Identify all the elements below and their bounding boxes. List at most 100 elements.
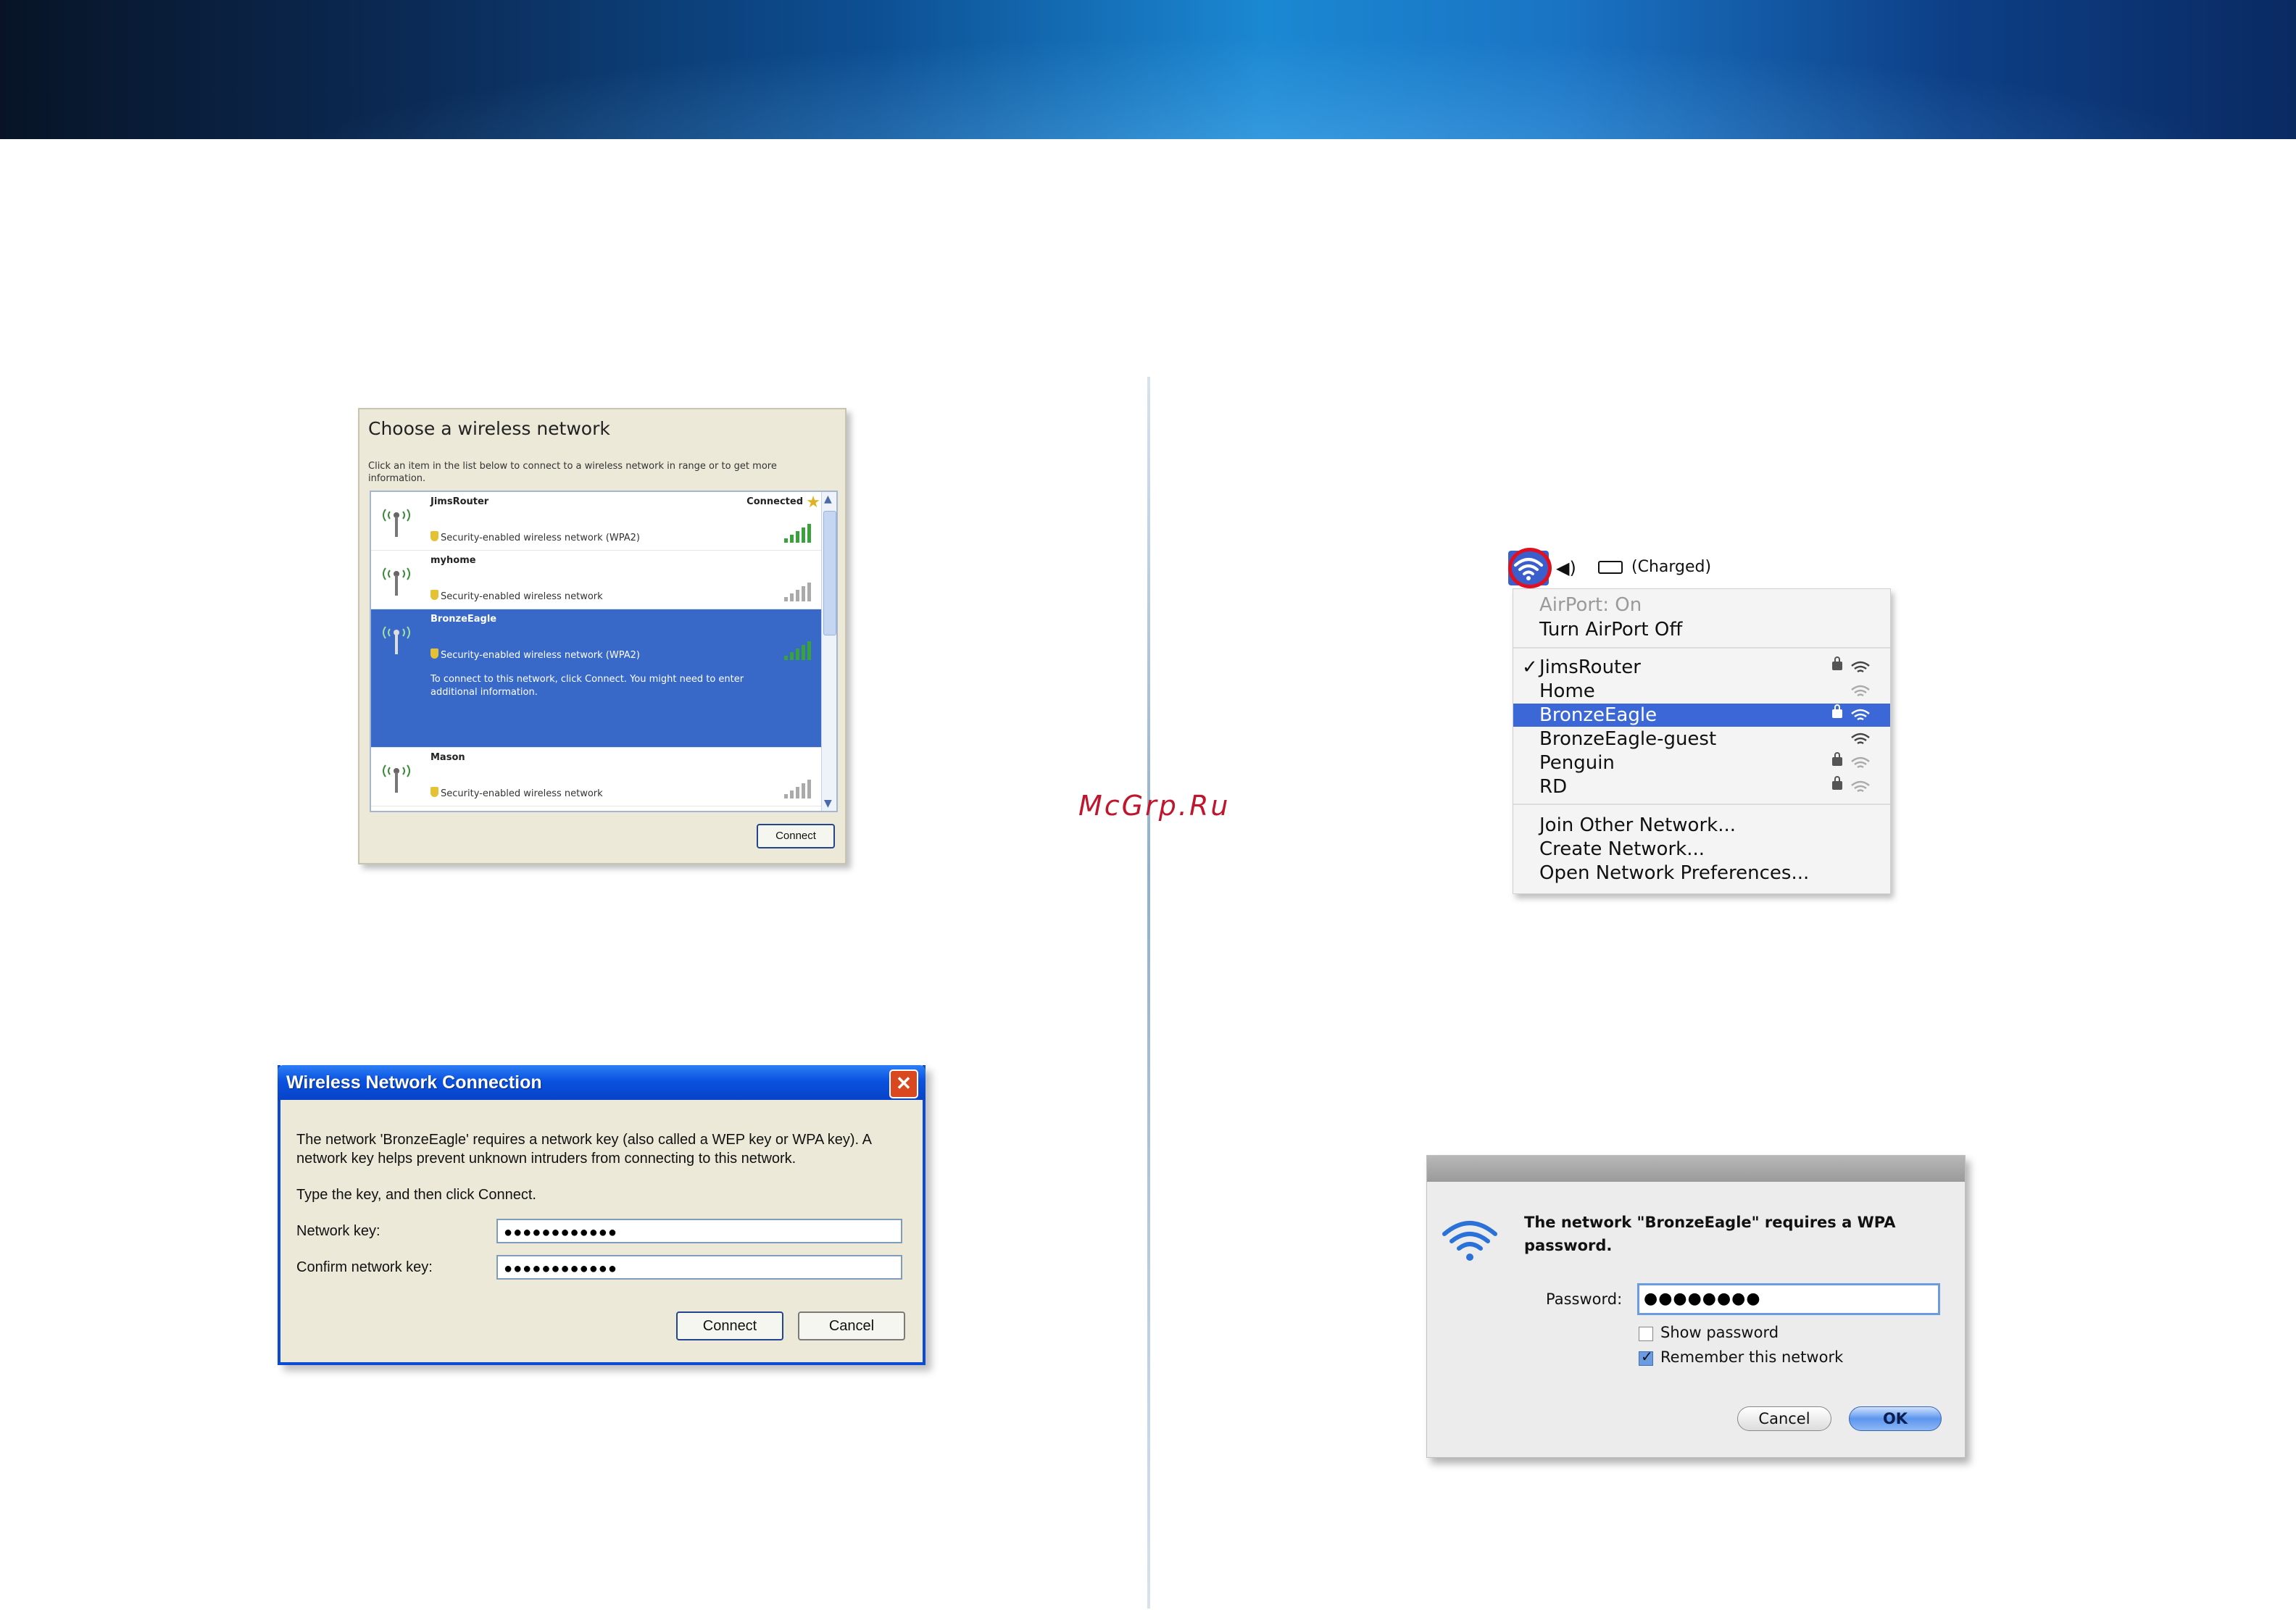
menu-bar: ◀) (Charged) (1505, 545, 1889, 588)
antenna-icon (383, 626, 410, 654)
network-list[interactable]: JimsRouter Connected ★ Security-enabled … (370, 491, 838, 812)
panel-description: Click an item in the list below to conne… (368, 461, 777, 484)
network-name: RD (1539, 776, 1568, 798)
security-text: Security-enabled wireless network (WPA2) (441, 650, 640, 661)
network-name: BronzeEagle-guest (1539, 728, 1717, 750)
wifi-signal-icon (1851, 780, 1870, 793)
scroll-thumb[interactable] (823, 511, 836, 635)
show-password-label: Show password (1660, 1324, 1779, 1341)
password-label: Password: (1546, 1290, 1623, 1308)
network-item-myhome[interactable]: myhome Security-enabled wireless network (371, 551, 836, 609)
antenna-icon (383, 567, 410, 596)
password-input[interactable]: ●●●●●●●● (1637, 1283, 1940, 1315)
list-scrollbar[interactable]: ▲ ▼ (821, 492, 836, 811)
dialog-title: Wireless Network Connection (286, 1072, 542, 1093)
open-network-preferences-item[interactable]: Open Network Preferences... (1513, 862, 1890, 885)
dialog-titlebar: Wireless Network Connection ✕ (278, 1065, 926, 1100)
network-key-input[interactable]: ●●●●●●●●●●●● (496, 1219, 902, 1243)
battery-icon[interactable] (1598, 561, 1623, 574)
dialog-instruction: Type the key, and then click Connect. (296, 1187, 536, 1203)
menu-network-home[interactable]: Home (1513, 680, 1890, 703)
security-text: Security-enabled wireless network (441, 788, 603, 799)
signal-strength-icon (784, 780, 815, 798)
cancel-button[interactable]: Cancel (798, 1311, 905, 1340)
mac-airport-menu: ◀) (Charged) AirPort: On Turn AirPort Of… (1505, 545, 1891, 901)
wifi-signal-icon (1851, 709, 1870, 721)
header-banner (0, 0, 2296, 139)
connect-button[interactable]: Connect (757, 824, 835, 848)
wifi-signal-icon (1851, 661, 1870, 673)
lock-icon (1832, 752, 1842, 766)
ok-button[interactable]: OK (1849, 1406, 1942, 1431)
network-name: JimsRouter (1539, 656, 1641, 678)
network-name: BronzeEagle (430, 614, 497, 625)
network-item-bronzeeagle[interactable]: BronzeEagle Security-enabled wireless ne… (371, 609, 836, 748)
panel-title: Choose a wireless network (368, 418, 610, 439)
connection-status: Connected (746, 496, 803, 507)
network-name: Home (1539, 680, 1595, 702)
watermark: McGrp.Ru (1078, 790, 1231, 822)
wifi-icon (1442, 1221, 1497, 1261)
turn-airport-off-item[interactable]: Turn AirPort Off (1513, 618, 1890, 641)
remember-network-label: Remember this network (1660, 1348, 1844, 1366)
confirm-key-input[interactable]: ●●●●●●●●●●●● (496, 1255, 902, 1280)
mac-wpa-password-dialog: The network "BronzeEagle" requires a WPA… (1426, 1155, 1966, 1458)
confirm-key-label: Confirm network key: (296, 1259, 433, 1275)
show-password-checkbox[interactable] (1639, 1327, 1653, 1341)
signal-strength-icon (784, 583, 815, 601)
network-item-mason[interactable]: Mason Security-enabled wireless network (371, 748, 836, 806)
shield-icon (430, 531, 438, 541)
signal-strength-icon (784, 524, 815, 543)
connect-info-text: To connect to this network, click Connec… (430, 674, 744, 698)
menu-network-jimsrouter[interactable]: ✓ JimsRouter (1513, 656, 1890, 679)
menu-network-bronzeeagle-guest[interactable]: BronzeEagle-guest (1513, 727, 1890, 751)
menu-network-bronzeeagle[interactable]: BronzeEagle (1513, 704, 1890, 727)
lock-icon (1832, 704, 1842, 718)
network-name: JimsRouter (430, 496, 489, 507)
wifi-signal-icon (1851, 733, 1870, 745)
cancel-button[interactable]: Cancel (1737, 1406, 1831, 1431)
security-text: Security-enabled wireless network (WPA2) (441, 533, 640, 543)
shield-icon (430, 648, 438, 659)
wifi-signal-icon (1851, 756, 1870, 769)
scroll-down-icon[interactable]: ▼ (824, 798, 832, 809)
airport-dropdown: AirPort: On Turn AirPort Off ✓ JimsRoute… (1513, 588, 1891, 894)
connect-button[interactable]: Connect (676, 1311, 783, 1340)
menu-network-rd[interactable]: RD (1513, 775, 1890, 798)
antenna-icon (383, 764, 410, 793)
xp-choose-network-panel: Choose a wireless network Click an item … (358, 408, 847, 864)
remember-network-checkbox[interactable] (1639, 1348, 1653, 1366)
menu-network-penguin[interactable]: Penguin (1513, 751, 1890, 775)
network-item-jimsrouter[interactable]: JimsRouter Connected ★ Security-enabled … (371, 492, 836, 551)
dialog-titlebar (1427, 1156, 1965, 1182)
network-name: myhome (430, 555, 476, 566)
checkmark-icon: ✓ (1522, 656, 1538, 678)
xp-network-key-dialog: Wireless Network Connection ✕ The networ… (278, 1065, 926, 1365)
star-icon: ★ (806, 493, 820, 512)
speaker-icon[interactable]: ◀) (1556, 558, 1576, 578)
network-key-label: Network key: (296, 1223, 380, 1239)
join-other-network-item[interactable]: Join Other Network... (1513, 814, 1890, 837)
wifi-signal-icon (1851, 685, 1870, 697)
column-divider (1147, 377, 1150, 1609)
create-network-item[interactable]: Create Network... (1513, 838, 1890, 861)
shield-icon (430, 590, 438, 600)
menu-separator (1513, 804, 1890, 805)
battery-status: (Charged) (1631, 558, 1712, 576)
network-name: Mason (430, 752, 465, 763)
shield-icon (430, 787, 438, 797)
lock-icon (1832, 776, 1842, 790)
security-text: Security-enabled wireless network (441, 591, 603, 602)
network-name: BronzeEagle (1539, 704, 1657, 726)
antenna-icon (383, 509, 410, 537)
airport-status: AirPort: On (1539, 594, 1642, 616)
highlight-circle (1508, 548, 1552, 588)
network-name: Penguin (1539, 752, 1615, 774)
close-icon[interactable]: ✕ (889, 1069, 918, 1098)
signal-strength-icon (784, 641, 815, 660)
menu-separator (1513, 647, 1890, 648)
scroll-up-icon[interactable]: ▲ (824, 493, 832, 505)
dialog-message: The network 'BronzeEagle' requires a net… (296, 1132, 871, 1167)
dialog-message: The network "BronzeEagle" requires a WPA… (1524, 1214, 1896, 1254)
lock-icon (1832, 656, 1842, 670)
